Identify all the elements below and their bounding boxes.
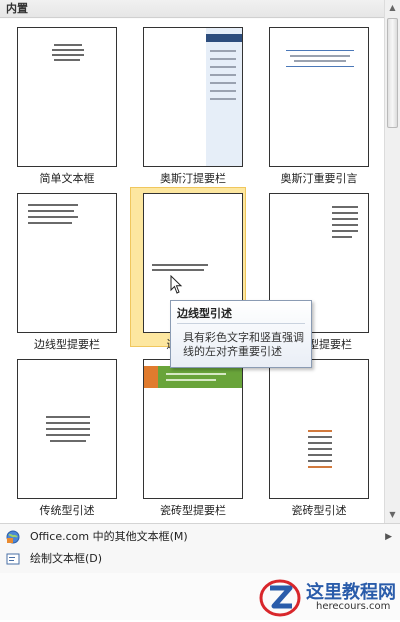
tooltip: 边线型引述 具有彩色文字和竖直强调线的左对齐重要引述 xyxy=(170,300,312,368)
watermark-text-en: herecours.com xyxy=(316,601,391,612)
gallery-item-caption: 奥斯汀提要栏 xyxy=(160,172,226,185)
gallery-item-caption: 瓷砖型引述 xyxy=(291,504,347,517)
menu-item-label: Office.com 中的其他文本框(M) xyxy=(30,530,188,543)
gallery-menu: Office.com 中的其他文本框(M) ▶ 绘制文本框(D) xyxy=(0,523,400,573)
gallery-item-caption: 瓷砖型提要栏 xyxy=(160,504,226,517)
scroll-down-arrow-icon[interactable]: ▼ xyxy=(385,507,400,523)
thumbnail xyxy=(17,193,117,333)
draw-textbox-icon xyxy=(6,552,20,566)
menu-item-label: 绘制文本框(D) xyxy=(30,552,103,565)
office-globe-icon xyxy=(6,530,20,544)
gallery-item-austin-sidebar[interactable]: 奥斯汀提要栏 xyxy=(130,21,246,185)
section-header: 内置 xyxy=(0,0,384,18)
gallery-item-traditional-quote[interactable]: 传统型引述 xyxy=(4,353,120,517)
textbox-gallery-panel: 内置 简单文本框 奥斯汀提要栏 奥斯汀重要引言 边线型提要栏 边线型提要栏 传统… xyxy=(0,0,400,620)
watermark-logo-icon xyxy=(259,579,301,617)
gallery-grid: 简单文本框 奥斯汀提要栏 奥斯汀重要引言 边线型提要栏 边线型提要栏 传统型引述… xyxy=(0,19,384,523)
tooltip-divider xyxy=(177,323,305,324)
site-watermark: 这里教程网 herecours.com xyxy=(258,576,398,618)
gallery-item-caption: 边线型提要栏 xyxy=(34,338,100,351)
submenu-arrow-icon: ▶ xyxy=(385,532,392,542)
menu-item-draw-textbox[interactable]: 绘制文本框(D) xyxy=(0,548,400,570)
scroll-up-arrow-icon[interactable]: ▲ xyxy=(385,0,400,16)
tooltip-description: 具有彩色文字和竖直强调线的左对齐重要引述 xyxy=(183,331,304,358)
gallery-item-tile-quote[interactable]: 瓷砖型引述 xyxy=(256,353,372,517)
gallery-item-tile-sidebar[interactable]: 瓷砖型提要栏 xyxy=(130,353,246,517)
gallery-item-simple-textbox[interactable]: 简单文本框 xyxy=(4,21,120,185)
vertical-scrollbar[interactable]: ▲ ▼ xyxy=(384,0,400,523)
thumbnail xyxy=(143,359,243,499)
thumbnail xyxy=(17,27,117,167)
gallery-item-edge-sidebar[interactable]: 边线型提要栏 xyxy=(4,187,120,351)
thumbnail xyxy=(143,27,243,167)
thumbnail xyxy=(17,359,117,499)
menu-item-more-textboxes-office[interactable]: Office.com 中的其他文本框(M) ▶ xyxy=(0,526,400,548)
scroll-thumb[interactable] xyxy=(387,18,398,128)
tooltip-title: 边线型引述 xyxy=(177,307,232,320)
mouse-pointer-icon xyxy=(170,274,184,299)
thumbnail xyxy=(269,27,369,167)
section-title: 内置 xyxy=(6,2,28,15)
gallery-item-caption: 奥斯汀重要引言 xyxy=(280,172,358,185)
gallery-item-caption: 简单文本框 xyxy=(39,172,95,185)
gallery-item-caption: 传统型引述 xyxy=(39,504,95,517)
thumbnail xyxy=(269,359,369,499)
gallery-item-austin-pull-quote[interactable]: 奥斯汀重要引言 xyxy=(256,21,372,185)
